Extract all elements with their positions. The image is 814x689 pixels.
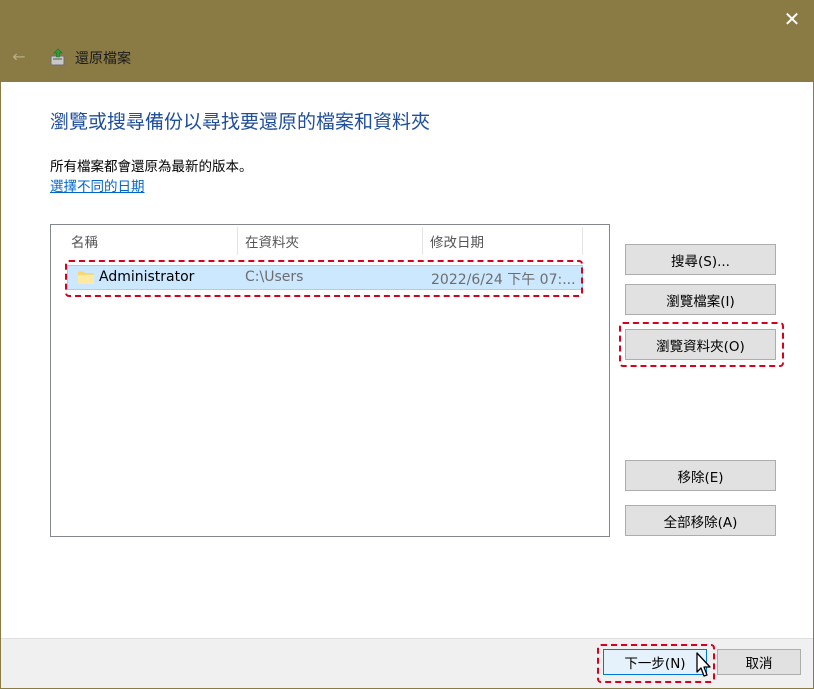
close-icon[interactable]: ✕ [777,5,807,33]
cancel-button[interactable]: 取消 [717,649,801,675]
mouse-cursor-icon [696,652,711,677]
browse-files-button[interactable]: 瀏覽檔案(I) [625,284,776,315]
restore-app-icon [50,48,65,66]
row-modified: 2022/6/24 下午 07:... [431,272,576,288]
choose-date-link[interactable]: 選擇不同的日期 [50,175,145,195]
column-divider[interactable] [582,227,583,255]
column-header-name[interactable]: 名稱 [51,225,237,257]
search-button[interactable]: 搜尋(S)... [625,244,776,275]
row-folder: C:\Users [245,269,304,285]
remove-all-button[interactable]: 全部移除(A) [625,505,776,536]
column-header-modified[interactable]: 修改日期 [410,225,582,257]
remove-button[interactable]: 移除(E) [625,460,776,491]
restore-files-window: ✕ ← 還原檔案 瀏覽或搜尋備份以尋找要還原的檔案和資料夾 所有檔案都會還原為最… [0,0,814,689]
browse-folders-button[interactable]: 瀏覽資料夾(O) [625,329,776,360]
back-arrow-icon[interactable]: ← [9,46,29,66]
row-name: Administrator [99,269,195,285]
table-row[interactable]: Administrator C:\Users 2022/6/24 下午 07:.… [67,265,583,290]
next-button[interactable]: 下一步(N) [603,649,707,675]
column-header-folder[interactable]: 在資料夾 [225,225,410,257]
page-heading: 瀏覽或搜尋備份以尋找要還原的檔案和資料夾 [50,111,431,133]
file-list[interactable]: 名稱 在資料夾 修改日期 Administrator C:\Users 2022… [50,224,610,537]
description-text: 所有檔案都會還原為最新的版本。 [50,159,253,175]
window-title: 還原檔案 [75,51,131,67]
title-bar: ✕ ← 還原檔案 [1,1,813,82]
folder-icon [78,271,94,284]
